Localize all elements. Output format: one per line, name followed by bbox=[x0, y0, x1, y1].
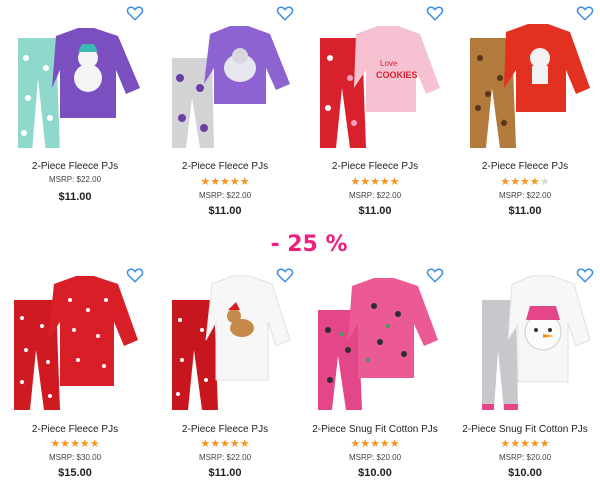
star-rating: ★★★★★ bbox=[500, 438, 550, 450]
svg-text:COOKIES: COOKIES bbox=[376, 70, 418, 80]
product-card[interactable]: Love COOKIES 2-Piece Fleece PJs ★★★★★ MS… bbox=[300, 0, 450, 235]
product-card[interactable]: 2-Piece Fleece PJs ★★★★★ MSRP: $22.00 $1… bbox=[150, 262, 300, 497]
product-image[interactable] bbox=[458, 270, 592, 410]
msrp-text: MSRP: $22.00 bbox=[198, 453, 252, 462]
msrp-text: MSRP: $22.00 bbox=[48, 175, 102, 184]
sale-price: $11.00 bbox=[358, 205, 392, 217]
sale-price: $10.00 bbox=[508, 467, 542, 479]
msrp-text: MSRP: $20.00 bbox=[348, 453, 402, 462]
product-name[interactable]: 2-Piece Fleece PJs bbox=[0, 161, 150, 172]
product-card[interactable]: 2-Piece Snug Fit Cotton PJs ★★★★★ MSRP: … bbox=[300, 262, 450, 497]
heart-icon[interactable] bbox=[126, 266, 144, 284]
star-rating: ★★★★★ bbox=[350, 176, 400, 188]
svg-text:Love: Love bbox=[380, 59, 398, 68]
product-card[interactable]: 2-Piece Fleece PJs ★★★★★ MSRP: $22.00 $1… bbox=[450, 0, 600, 235]
star-rating: ★★★★★ bbox=[200, 438, 250, 450]
heart-icon[interactable] bbox=[426, 4, 444, 22]
msrp-text: MSRP: $22.00 bbox=[348, 191, 402, 200]
product-name[interactable]: 2-Piece Snug Fit Cotton PJs bbox=[300, 424, 450, 435]
heart-icon[interactable] bbox=[426, 266, 444, 284]
product-card[interactable]: 2-Piece Fleece PJs MSRP: $22.00 $11.00 bbox=[0, 0, 150, 235]
sale-price: $11.00 bbox=[58, 191, 92, 203]
sale-price: $15.00 bbox=[58, 467, 92, 479]
product-image[interactable] bbox=[458, 8, 592, 148]
product-image[interactable] bbox=[8, 8, 142, 148]
product-name[interactable]: 2-Piece Fleece PJs bbox=[450, 161, 600, 172]
product-image[interactable] bbox=[8, 270, 142, 410]
sale-price: $10.00 bbox=[358, 467, 392, 479]
sale-price: $11.00 bbox=[208, 205, 242, 217]
heart-icon[interactable] bbox=[276, 266, 294, 284]
msrp-text: MSRP: $20.00 bbox=[498, 453, 552, 462]
product-card[interactable]: 2-Piece Fleece PJs ★★★★★ MSRP: $30.00 $1… bbox=[0, 262, 150, 497]
product-image[interactable] bbox=[308, 270, 442, 410]
product-image[interactable]: Love COOKIES bbox=[308, 8, 442, 148]
msrp-text: MSRP: $30.00 bbox=[48, 453, 102, 462]
sale-price: $11.00 bbox=[508, 205, 542, 217]
product-image[interactable] bbox=[158, 8, 292, 148]
star-rating: ★★★★★ bbox=[50, 438, 100, 450]
heart-icon[interactable] bbox=[576, 4, 594, 22]
sale-price: $11.00 bbox=[208, 467, 242, 479]
msrp-text: MSRP: $22.00 bbox=[198, 191, 252, 200]
heart-icon[interactable] bbox=[576, 266, 594, 284]
star-rating: ★★★★★ bbox=[500, 176, 550, 188]
product-name[interactable]: 2-Piece Fleece PJs bbox=[150, 161, 300, 172]
heart-icon[interactable] bbox=[126, 4, 144, 22]
product-name[interactable]: 2-Piece Fleece PJs bbox=[300, 161, 450, 172]
heart-icon[interactable] bbox=[276, 4, 294, 22]
msrp-text: MSRP: $22.00 bbox=[498, 191, 552, 200]
discount-banner: - 25 % bbox=[270, 232, 348, 257]
star-rating: ★★★★★ bbox=[200, 176, 250, 188]
product-name[interactable]: 2-Piece Fleece PJs bbox=[150, 424, 300, 435]
product-card[interactable]: 2-Piece Fleece PJs ★★★★★ MSRP: $22.00 $1… bbox=[150, 0, 300, 235]
product-card[interactable]: 2-Piece Snug Fit Cotton PJs ★★★★★ MSRP: … bbox=[450, 262, 600, 497]
product-name[interactable]: 2-Piece Snug Fit Cotton PJs bbox=[450, 424, 600, 435]
product-name[interactable]: 2-Piece Fleece PJs bbox=[0, 424, 150, 435]
product-image[interactable] bbox=[158, 270, 292, 410]
star-rating: ★★★★★ bbox=[350, 438, 400, 450]
